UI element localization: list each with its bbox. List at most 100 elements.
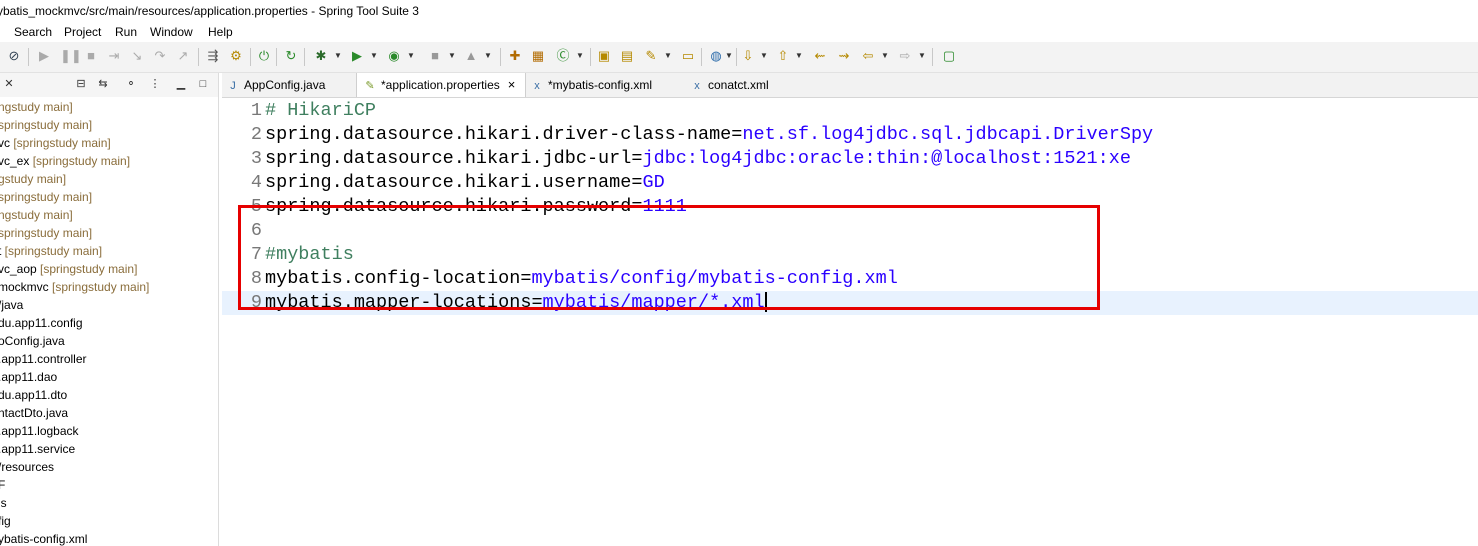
tree-item[interactable]: .app11.service [0, 440, 216, 458]
link-with-editor-icon[interactable]: ⇆ [96, 77, 110, 91]
tree-item[interactable]: mockmvc [springstudy main] [0, 278, 216, 296]
tab-mybatis-config-xml[interactable]: x *mybatis-config.xml [530, 73, 680, 97]
stop-icon[interactable]: ■ [427, 48, 443, 64]
line-number: 8 [250, 268, 262, 289]
code-line[interactable]: 1 # HikariCP [222, 99, 1478, 123]
collapse-all-icon[interactable]: ⊟ [74, 77, 88, 91]
tree-item[interactable]: springstudy main] [0, 116, 216, 134]
skip-breakpoints-icon[interactable]: ⊘ [6, 48, 22, 64]
tree-item[interactable]: /resources [0, 458, 216, 476]
tree-item[interactable]: vc_ex [springstudy main] [0, 152, 216, 170]
power-icon[interactable]: ⏻ [256, 48, 272, 64]
code-line[interactable]: 7 #mybatis [222, 243, 1478, 267]
code-line[interactable]: 9 mybatis.mapper-locations=mybatis/mapper… [222, 291, 1478, 315]
chevron-down-icon[interactable]: ▼ [664, 48, 672, 64]
chevron-down-icon[interactable]: ▼ [725, 48, 733, 64]
refresh-icon[interactable]: ↻ [283, 48, 299, 64]
tree-item[interactable]: fig [0, 512, 216, 530]
toolbar-separator [304, 48, 305, 66]
explorer-header: ✕ ⊟ ⇆ ⚬ ⋮ ▁ □ [0, 73, 218, 97]
code-line[interactable]: 8 mybatis.config-location=mybatis/config/… [222, 267, 1478, 291]
back-icon[interactable]: ⇦ [860, 48, 876, 64]
suspend-icon[interactable]: ❚❚ [60, 48, 82, 64]
tree-item[interactable]: vc [springstudy main] [0, 134, 216, 152]
new-java-project-icon[interactable]: ✚ [507, 48, 523, 64]
pin-editor-icon[interactable]: ▢ [941, 48, 957, 64]
coverage-icon[interactable]: ◉ [386, 48, 402, 64]
tree-item[interactable]: oConfig.java [0, 332, 216, 350]
tab-application-properties[interactable]: ✎ *application.properties × [356, 73, 526, 97]
tree-item[interactable]: ngstudy main] [0, 98, 216, 116]
tree-item[interactable]: .app11.logback [0, 422, 216, 440]
resume-icon[interactable]: ▶ [36, 48, 52, 64]
tree-item[interactable]: ybatis-config.xml [0, 530, 216, 546]
maximize-icon[interactable]: □ [196, 77, 210, 91]
step-into-icon[interactable]: ↘ [129, 48, 145, 64]
last-edit-location-icon[interactable]: ⇜ [812, 48, 828, 64]
pin-icon[interactable]: ✎ [643, 48, 659, 64]
forward-icon[interactable]: ⇨ [897, 48, 913, 64]
menu-help[interactable]: Help [208, 22, 233, 42]
spring-boot-icon[interactable]: ⚙ [228, 48, 244, 64]
tree-item-decoration: [springstudy main] [40, 262, 138, 276]
disconnect-icon[interactable]: ⇥ [106, 48, 122, 64]
view-menu-icon[interactable]: ⋮ [148, 77, 162, 91]
chevron-down-icon[interactable]: ▼ [795, 48, 803, 64]
code-line[interactable]: 3 spring.datasource.hikari.jdbc-url=jdbc:… [222, 147, 1478, 171]
run-icon[interactable]: ▶ [349, 48, 365, 64]
menu-window[interactable]: Window [150, 22, 193, 42]
code-line[interactable]: 5 spring.datasource.hikari.password=1111 [222, 195, 1478, 219]
debug-icon[interactable]: ✱ [313, 48, 329, 64]
chevron-down-icon[interactable]: ▼ [407, 48, 415, 64]
chevron-down-icon[interactable]: ▼ [918, 48, 926, 64]
use-step-filters-icon[interactable]: ⇶ [205, 48, 221, 64]
chevron-down-icon[interactable]: ▼ [484, 48, 492, 64]
tree-item[interactable]: t [springstudy main] [0, 242, 216, 260]
tree-item[interactable]: F [0, 476, 216, 494]
step-over-icon[interactable]: ↷ [152, 48, 168, 64]
tab-conatct-xml[interactable]: x conatct.xml [690, 73, 810, 97]
new-package-icon[interactable]: ▦ [530, 48, 546, 64]
next-annotation-icon[interactable]: ⇩ [740, 48, 756, 64]
menu-search[interactable]: Search [14, 22, 52, 42]
tree-item[interactable]: springstudy main] [0, 188, 216, 206]
minimize-icon[interactable]: ▁ [174, 77, 188, 91]
tree-item[interactable]: .app11.dao [0, 368, 216, 386]
tree-item[interactable]: gstudy main] [0, 170, 216, 188]
globe-icon[interactable]: ◍ [708, 48, 724, 64]
chevron-down-icon[interactable]: ▼ [576, 48, 584, 64]
tab-appconfig-java[interactable]: J AppConfig.java [226, 73, 354, 97]
tree-item[interactable]: springstudy main] [0, 224, 216, 242]
chevron-down-icon[interactable]: ▼ [760, 48, 768, 64]
tree-item[interactable]: /java [0, 296, 216, 314]
tree-item[interactable]: du.app11.config [0, 314, 216, 332]
forward-edit-icon[interactable]: ⇝ [836, 48, 852, 64]
tree-item[interactable]: ntactDto.java [0, 404, 216, 422]
tree-item-label: is [0, 496, 7, 510]
open-folder-icon[interactable]: ▤ [619, 48, 635, 64]
chevron-down-icon[interactable]: ▼ [334, 48, 342, 64]
external-tools-icon[interactable]: ▲ [463, 48, 479, 64]
tree-item[interactable]: ngstudy main] [0, 206, 216, 224]
open-task-icon[interactable]: ▭ [680, 48, 696, 64]
code-line[interactable]: 6 [222, 219, 1478, 243]
previous-annotation-icon[interactable]: ⇧ [775, 48, 791, 64]
menu-project[interactable]: Project [64, 22, 101, 42]
chevron-down-icon[interactable]: ▼ [881, 48, 889, 64]
close-icon[interactable]: × [508, 73, 516, 97]
chevron-down-icon[interactable]: ▼ [448, 48, 456, 64]
tree-item[interactable]: du.app11.dto [0, 386, 216, 404]
code-line[interactable]: 2 spring.datasource.hikari.driver-class-n… [222, 123, 1478, 147]
open-type-icon[interactable]: ▣ [596, 48, 612, 64]
menu-run[interactable]: Run [115, 22, 137, 42]
step-return-icon[interactable]: ↗ [175, 48, 191, 64]
tree-item[interactable]: is [0, 494, 216, 512]
tree-item[interactable]: vc_aop [springstudy main] [0, 260, 216, 278]
new-class-icon[interactable]: Ⓒ [555, 48, 571, 64]
code-line[interactable]: 4 spring.datasource.hikari.username=GD [222, 171, 1478, 195]
chevron-down-icon[interactable]: ▼ [370, 48, 378, 64]
tree-item[interactable]: .app11.controller [0, 350, 216, 368]
terminate-icon[interactable]: ■ [83, 48, 99, 64]
close-icon[interactable]: ✕ [2, 77, 16, 91]
filter-icon[interactable]: ⚬ [124, 77, 138, 91]
